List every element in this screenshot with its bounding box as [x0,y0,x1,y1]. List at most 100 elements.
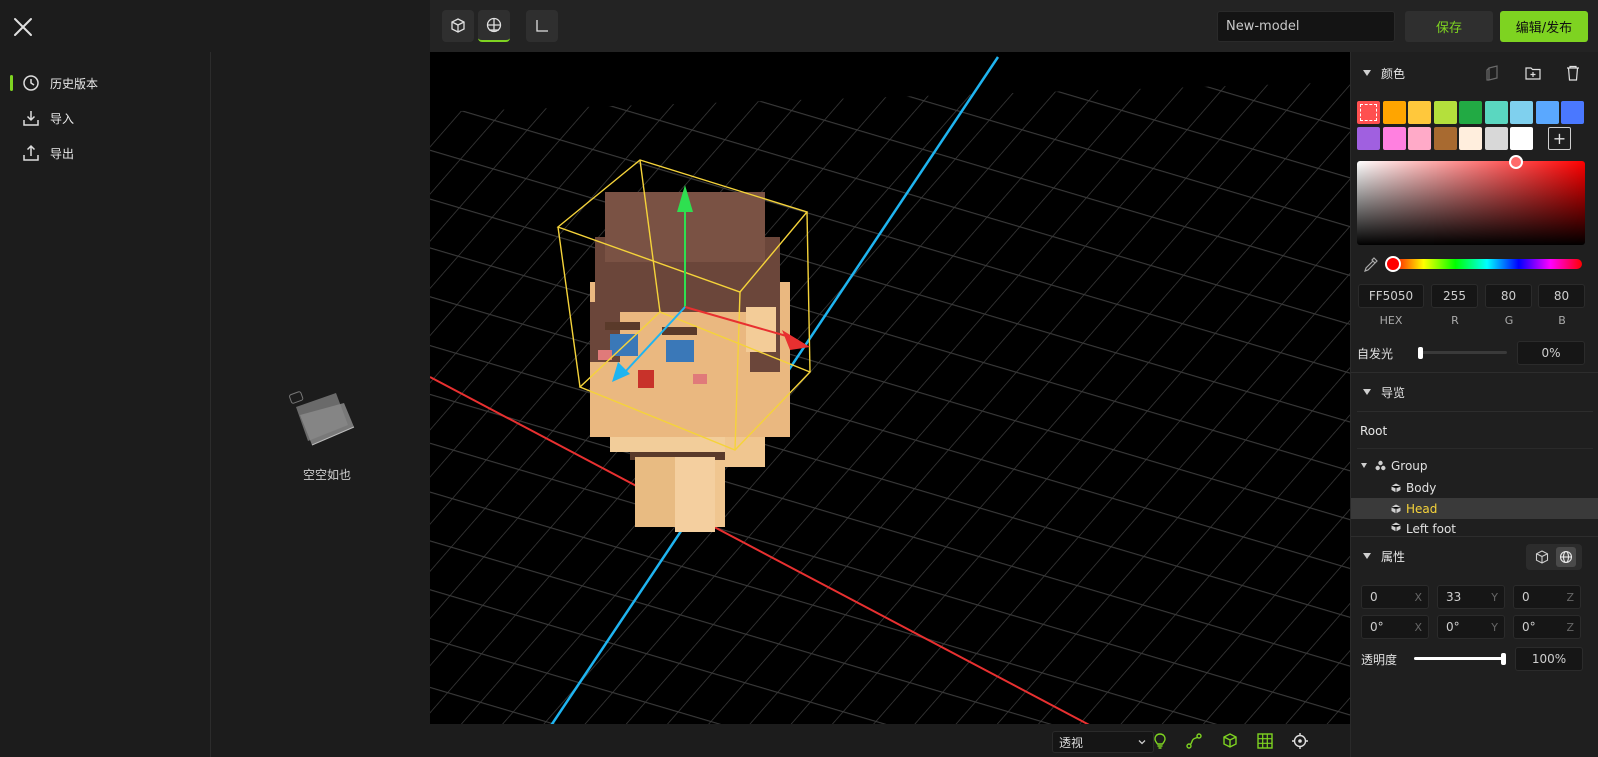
layers-icon[interactable] [1483,63,1503,83]
opacity-slider-thumb[interactable] [1501,653,1506,665]
collapse-triangle-icon [1363,389,1371,395]
hex-label: HEX [1379,314,1403,327]
red-label: R [1451,314,1459,327]
menu-item-history[interactable]: 历史版本 [0,69,200,97]
position-z-value: 0 [1522,590,1530,604]
hue-handle[interactable] [1385,256,1401,272]
position-x-input[interactable]: 0 X [1361,585,1429,609]
color-swatch[interactable] [1433,101,1457,124]
color-swatch[interactable] [1561,101,1584,124]
color-swatch[interactable] [1408,101,1431,124]
color-swatch[interactable] [1484,101,1508,124]
grid-icon[interactable] [1255,731,1275,751]
floor-grid [430,82,1350,757]
mesh-icon [1391,522,1401,532]
axis-label: Z [1566,590,1574,604]
eyedropper-icon[interactable] [1361,254,1381,274]
color-swatch[interactable] [1382,127,1406,150]
tree-root[interactable]: Root [1360,424,1387,438]
position-y-input[interactable]: 33 Y [1437,585,1505,609]
hex-input[interactable]: FF5050 [1358,284,1424,308]
axis-label: Y [1491,590,1498,604]
hue-slider[interactable] [1392,259,1582,269]
save-button[interactable]: 保存 [1405,11,1493,42]
cube-outline-icon[interactable] [1220,731,1240,751]
delete-palette-icon[interactable] [1563,63,1583,83]
rotation-x-input[interactable]: 0° X [1361,615,1429,639]
rotation-x-value: 0° [1370,620,1384,634]
emissive-slider-thumb[interactable] [1418,347,1423,359]
color-swatch[interactable] [1510,101,1533,124]
local-space-cube-icon[interactable] [1532,547,1552,567]
color-swatch[interactable] [1433,127,1457,150]
red-input[interactable]: 255 [1431,284,1478,308]
expand-triangle-icon [1361,463,1367,468]
emissive-label: 自发光 [1357,347,1394,361]
empty-state: 空空如也 [282,385,372,483]
emissive-slider-track[interactable] [1421,351,1507,354]
position-z-input[interactable]: 0 Z [1513,585,1581,609]
collapse-triangle-icon [1363,553,1371,559]
rotation-y-input[interactable]: 0° Y [1437,615,1505,639]
cube-icon [451,18,465,33]
tree-item-group[interactable]: Group [1351,455,1598,476]
lightbulb-icon[interactable] [1150,731,1170,751]
export-icon [22,144,40,162]
color-swatch[interactable] [1535,101,1559,124]
section-divider [1351,536,1598,537]
publish-button[interactable]: 编辑/发布 [1500,11,1588,42]
tree-item-left-foot[interactable]: Left foot [1351,520,1598,534]
import-icon [22,109,40,127]
view-mode-select[interactable]: 透视 [1052,731,1154,753]
navigator-section-header[interactable]: 导览 [1351,376,1598,408]
emissive-input[interactable]: 0% [1517,341,1585,365]
properties-section-title: 属性 [1381,549,1406,564]
opacity-label: 透明度 [1361,653,1398,667]
color-swatch[interactable] [1459,101,1482,124]
grid-globe-icon [486,17,502,33]
menu-item-import[interactable]: 导入 [0,104,200,132]
scene-canvas[interactable] [430,52,1350,757]
color-swatch[interactable] [1459,127,1482,150]
close-icon[interactable] [10,14,36,40]
world-space-globe-icon[interactable] [1556,547,1576,567]
add-folder-icon[interactable] [1523,63,1543,83]
panel-divider [210,52,211,757]
axis-icon [536,20,548,32]
tree-item-body[interactable]: Body [1351,477,1598,498]
path-icon[interactable] [1184,731,1204,751]
color-swatch-selected[interactable] [1357,101,1380,124]
object-mode-button[interactable] [442,10,474,42]
green-input[interactable]: 80 [1485,284,1532,308]
color-section-header[interactable]: 颜色 [1351,57,1598,89]
menu-item-label: 历史版本 [50,76,99,91]
group-icon [1375,460,1386,471]
mesh-icon [1391,483,1401,492]
menu-item-export[interactable]: 导出 [0,139,200,167]
section-divider [1357,448,1593,449]
rotation-z-input[interactable]: 0° Z [1513,615,1581,639]
color-swatch[interactable] [1382,101,1406,124]
axis-label: X [1414,590,1422,604]
opacity-input[interactable]: 100% [1515,647,1583,671]
chevron-down-icon [1138,740,1146,745]
world-mode-button[interactable] [478,10,510,42]
saturation-picker[interactable] [1357,161,1585,245]
blue-input[interactable]: 80 [1538,284,1585,308]
green-label: G [1504,314,1514,327]
3d-viewport[interactable] [430,52,1350,757]
target-icon[interactable] [1290,731,1310,751]
section-divider [1351,372,1598,373]
color-swatch[interactable] [1357,127,1380,150]
menu-item-label: 导入 [50,111,75,126]
mesh-icon [1391,504,1401,513]
color-swatch[interactable] [1484,127,1508,150]
color-swatch[interactable] [1510,127,1533,150]
tree-item-head[interactable]: Head [1351,498,1598,519]
saturation-handle[interactable] [1509,155,1523,169]
model-name-input[interactable] [1217,11,1395,42]
axis-button[interactable] [526,10,558,42]
axis-label: X [1414,620,1422,634]
add-color-button[interactable]: + [1548,127,1571,150]
color-swatch[interactable] [1408,127,1431,150]
